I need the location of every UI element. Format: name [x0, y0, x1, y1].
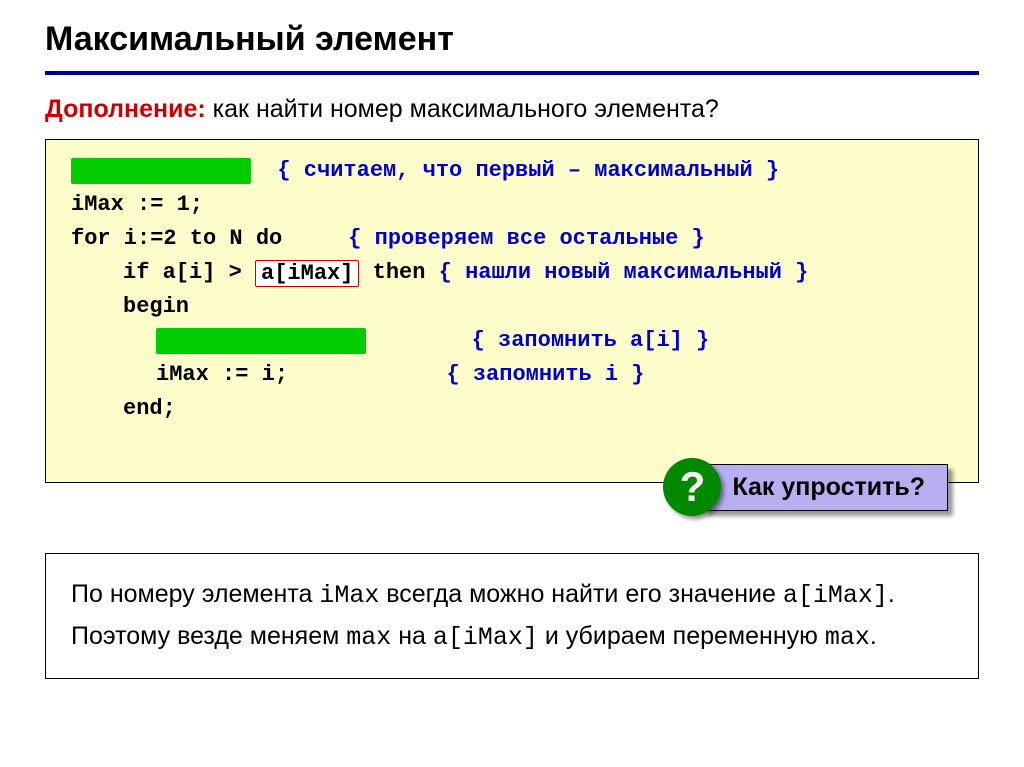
- code-comment: { нашли новый максимальный }: [439, 260, 809, 285]
- note-mono: a[iMax]: [783, 581, 888, 610]
- redacted-strip: [156, 328, 366, 354]
- note-box: По номеру элемента iMax всегда можно най…: [45, 553, 979, 679]
- code-text: iMax := 1;: [71, 192, 203, 217]
- code-block: { считаем, что первый – максимальный } i…: [45, 139, 979, 483]
- note-mono: max: [346, 623, 391, 652]
- subtitle-label: Дополнение:: [45, 95, 206, 123]
- question-callout: ? Как упростить?: [663, 458, 948, 516]
- code-text: end;: [123, 396, 176, 421]
- note-mono: iMax: [319, 581, 379, 610]
- code-text: then: [359, 260, 438, 285]
- redacted-strip: [71, 158, 251, 184]
- slide-title: Максимальный элемент: [45, 20, 979, 75]
- code-text: begin: [123, 294, 189, 319]
- note-text: и убираем переменную: [538, 622, 825, 650]
- note-mono: max: [825, 623, 870, 652]
- note-text: По номеру элемента: [71, 580, 319, 608]
- question-box: Как упростить?: [703, 464, 948, 511]
- note-text: всегда можно найти его значение: [379, 580, 783, 608]
- code-comment: { проверяем все остальные }: [348, 226, 704, 251]
- code-text: iMax := i;: [156, 362, 446, 387]
- code-comment: { считаем, что первый – максимальный }: [277, 158, 779, 183]
- highlighted-code: a[iMax]: [255, 260, 359, 287]
- code-comment: { запомнить a[i] }: [472, 328, 710, 353]
- note-text: на: [391, 622, 433, 650]
- subtitle: Дополнение: как найти номер максимальног…: [45, 95, 979, 124]
- code-comment: { запомнить i }: [446, 362, 644, 387]
- note-mono: a[iMax]: [433, 623, 538, 652]
- note-text: .: [870, 622, 877, 650]
- code-text: if a[i] >: [123, 260, 255, 285]
- subtitle-text: как найти номер максимального элемента?: [206, 95, 719, 123]
- code-text: for i:=2 to N do: [71, 226, 348, 251]
